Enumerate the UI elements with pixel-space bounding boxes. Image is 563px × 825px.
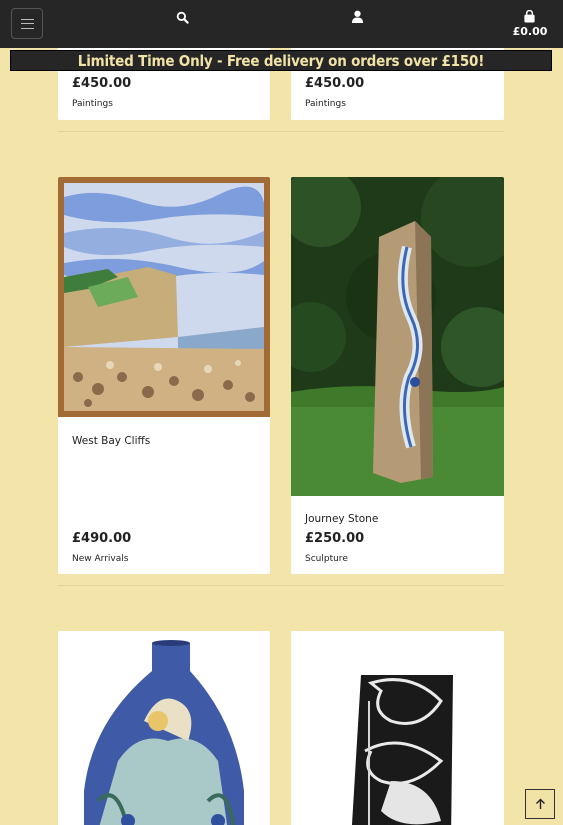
product-category[interactable]: Paintings: [72, 99, 113, 109]
top-navigation-bar: £0.00: [0, 0, 563, 48]
user-icon[interactable]: [351, 10, 364, 24]
product-price: £450.00: [305, 76, 365, 91]
product-image-celtic-vase[interactable]: [291, 631, 504, 825]
shopping-bag-icon[interactable]: [523, 10, 536, 23]
product-name[interactable]: Journey Stone: [305, 513, 378, 525]
product-card[interactable]: Journey Stone £250.00 Sculpture: [291, 177, 504, 574]
arrow-up-icon: [535, 798, 545, 809]
hamburger-menu-icon: [20, 18, 34, 29]
product-card[interactable]: [58, 631, 270, 825]
product-price: £490.00: [72, 531, 132, 546]
product-image-angel-vase[interactable]: [58, 631, 270, 825]
promo-banner: Limited Time Only - Free delivery on ord…: [10, 50, 552, 71]
product-image-mosaic-cliffs[interactable]: [58, 177, 270, 417]
menu-button[interactable]: [11, 8, 43, 39]
product-price: £450.00: [72, 76, 132, 91]
product-category[interactable]: Paintings: [305, 99, 346, 109]
row-divider: [58, 585, 504, 586]
back-to-top-button[interactable]: [525, 789, 555, 819]
product-image-journey-stone[interactable]: [291, 177, 504, 496]
product-category[interactable]: Sculpture: [305, 554, 348, 564]
product-card[interactable]: West Bay Cliffs £490.00 New Arrivals: [58, 177, 270, 574]
row-divider: [58, 131, 504, 132]
product-price: £250.00: [305, 531, 365, 546]
product-category[interactable]: New Arrivals: [72, 554, 128, 564]
search-icon[interactable]: [176, 11, 189, 24]
cart-total[interactable]: £0.00: [510, 25, 550, 38]
product-name[interactable]: West Bay Cliffs: [72, 435, 150, 447]
product-card[interactable]: [291, 631, 504, 825]
